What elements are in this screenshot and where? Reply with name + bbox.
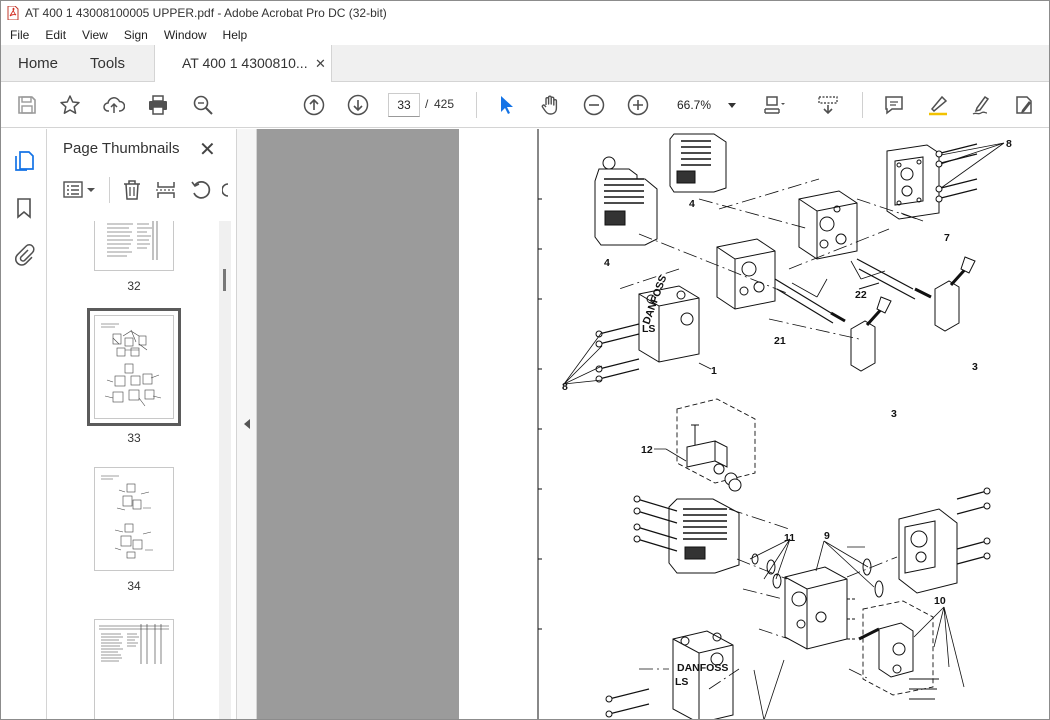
previous-page-icon[interactable] [302,93,326,117]
close-icon[interactable]: ✕ [199,137,216,162]
page-fit-icon[interactable] [762,93,786,117]
chevron-down-icon [728,103,736,108]
toolbar-divider [476,92,477,118]
tab-document[interactable]: AT 400 1 4300810... ✕ [154,45,332,83]
thumbnail-toolbar [47,173,237,207]
page-thumbnails-panel: Page Thumbnails ✕ 32 33 34 [47,129,237,720]
insert-pages-icon[interactable] [155,179,177,201]
select-cursor-icon[interactable] [494,93,518,117]
callout-label: 4 [689,198,695,210]
thumbnail-page-number: 32 [127,279,141,293]
tab-document-label: AT 400 1 4300810... [182,55,308,71]
page-separator: / [425,97,429,111]
thumbnail-page-35[interactable] [94,619,174,720]
thumbnail-preview [99,624,169,664]
document-viewport[interactable]: DANFOSS LS DANFOSS LS 8 4 4 7 22 3 21 1 … [257,129,1050,720]
menu-edit[interactable]: Edit [36,28,73,42]
thumbnail-preview [101,475,153,559]
page-thumbnails-icon[interactable] [12,149,36,173]
fill-sign-icon[interactable] [970,93,994,117]
menu-file[interactable]: File [0,28,36,42]
highlight-pen-icon[interactable] [926,93,950,117]
thumbnail-options-icon[interactable] [63,179,99,201]
callout-label: 7 [944,232,950,244]
callout-label: 10 [934,595,946,607]
thumbnail-scrollbar[interactable] [219,221,231,720]
tab-bar: Home Tools AT 400 1 4300810... ✕ [0,45,1050,83]
toolbar-divider [109,177,110,203]
exploded-parts-drawing: DANFOSS LS DANFOSS LS 8 4 4 7 22 3 21 1 … [537,129,1012,720]
menu-help[interactable]: Help [214,28,255,42]
trash-icon[interactable] [121,179,143,201]
next-page-icon[interactable] [346,93,370,117]
acrobat-app-icon [7,5,19,20]
title-bar: AT 400 1 43008100005 UPPER.pdf - Adobe A… [0,0,1050,25]
thumbnail-page-32[interactable] [94,221,174,271]
tab-close-icon[interactable]: ✕ [315,45,326,82]
menu-window[interactable]: Window [155,28,214,42]
zoom-level-dropdown[interactable]: 66.7% [670,93,742,117]
bookmark-icon[interactable] [12,196,36,220]
toolbar-divider [862,92,863,118]
menu-view[interactable]: View [73,28,115,42]
menu-sign[interactable]: Sign [115,28,155,42]
zoom-out-icon[interactable] [582,93,606,117]
part-port-text: LS [675,676,688,688]
callout-label: 9 [824,530,830,542]
zoom-in-icon[interactable] [626,93,650,117]
callout-label: 3 [891,408,897,420]
pdf-page: DANFOSS LS DANFOSS LS 8 4 4 7 22 3 21 1 … [459,129,1050,720]
save-icon[interactable] [15,93,39,117]
callout-label: 3 [972,361,978,373]
thumbnail-page-number: 33 [127,431,141,445]
callout-label: 11 [784,532,795,544]
collapse-arrow-icon [244,419,250,429]
attachment-paperclip-icon[interactable] [12,242,36,266]
zoom-level-value: 66.7% [677,98,712,112]
thumbnail-preview [101,323,162,407]
thumbnail-page-number: 34 [127,579,141,593]
zoom-search-icon[interactable] [191,93,215,117]
more-tools-icon[interactable] [222,179,230,201]
page-gutter [257,129,459,720]
page-total-count: 425 [434,97,455,111]
menu-bar: File Edit View Sign Window Help [0,25,1050,45]
thumbnail-preview [107,221,158,260]
callout-label: 4 [604,257,610,269]
main-toolbar: 33 / 425 66.7% [0,82,1050,128]
callout-label: 22 [855,289,867,301]
comment-icon[interactable] [882,93,906,117]
callout-label: 1 [711,365,717,377]
panel-title: Page Thumbnails [63,140,180,157]
hand-tool-icon[interactable] [538,93,562,117]
callout-label: 8 [562,381,568,393]
part-port-text: LS [642,323,655,335]
scroll-mode-icon[interactable] [816,93,840,117]
callout-label: 8 [1006,138,1012,150]
thumbnail-page-34[interactable] [94,467,174,571]
tab-home[interactable]: Home [18,45,58,82]
window-title: AT 400 1 43008100005 UPPER.pdf - Adobe A… [25,5,387,20]
upload-cloud-icon[interactable] [102,93,126,117]
edit-pdf-icon[interactable] [1012,93,1036,117]
callout-label: 12 [641,444,653,456]
panel-collapse-handle[interactable] [237,129,257,720]
page-number-input[interactable]: 33 [388,93,420,117]
rotate-icon[interactable] [190,179,212,201]
print-icon[interactable] [146,93,170,117]
callout-label: 21 [774,335,786,347]
thumbnail-page-33[interactable] [87,308,181,426]
scrollbar-thumb[interactable] [223,269,226,291]
part-brand-text: DANFOSS [677,662,728,674]
thumbnail-list[interactable]: 32 33 34 [47,221,219,720]
tab-tools[interactable]: Tools [90,45,125,82]
star-icon[interactable] [58,93,82,117]
navigation-rail [0,129,47,720]
